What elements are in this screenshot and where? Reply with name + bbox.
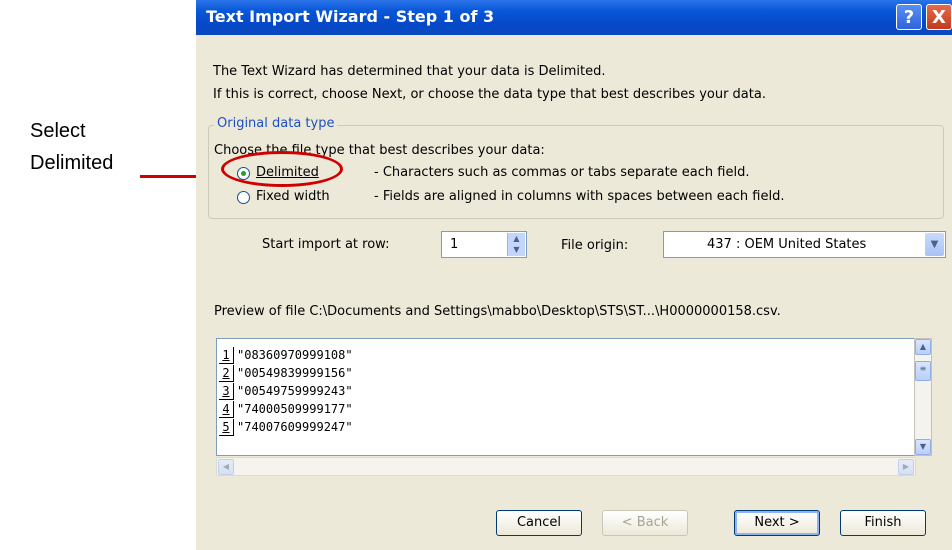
start-row-label: Start import at row: bbox=[262, 237, 390, 252]
intro-line-1: The Text Wizard has determined that your… bbox=[213, 64, 606, 79]
fixed-width-label[interactable]: Fixed width bbox=[256, 189, 330, 204]
spinner-buttons[interactable]: ▲ ▼ bbox=[507, 233, 525, 256]
help-icon[interactable]: ? bbox=[896, 4, 922, 30]
title-bar: Text Import Wizard - Step 1 of 3 ? X bbox=[196, 0, 952, 35]
scroll-left-icon[interactable]: ◀ bbox=[218, 459, 234, 475]
scroll-up-icon[interactable]: ▲ bbox=[915, 339, 931, 355]
scroll-right-icon[interactable]: ▶ bbox=[898, 459, 914, 475]
start-row-spinner[interactable]: 1 ▲ ▼ bbox=[441, 231, 527, 258]
vertical-scrollbar[interactable]: ▲ ≡ ▼ bbox=[914, 338, 932, 456]
fixed-width-description: - Fields are aligned in columns with spa… bbox=[374, 189, 785, 204]
group-label: Original data type bbox=[214, 116, 338, 131]
row-number: 3 bbox=[219, 383, 234, 400]
scroll-thumb[interactable]: ≡ bbox=[915, 361, 931, 381]
close-icon[interactable]: X bbox=[926, 4, 952, 30]
next-button[interactable]: Next > bbox=[734, 510, 820, 536]
scroll-down-icon[interactable]: ▼ bbox=[915, 439, 931, 455]
file-origin-label: File origin: bbox=[561, 238, 629, 253]
dialog-title: Text Import Wizard - Step 1 of 3 bbox=[206, 7, 495, 26]
row-data: "08360970999108" bbox=[237, 348, 353, 362]
file-preview[interactable]: 1 "08360970999108" 2 "00549839999156" 3 "00… bbox=[216, 338, 916, 456]
spin-down-icon[interactable]: ▼ bbox=[508, 244, 525, 255]
row-number: 5 bbox=[219, 419, 234, 436]
annotation-circle bbox=[221, 151, 343, 187]
spin-up-icon[interactable]: ▲ bbox=[508, 233, 525, 244]
chevron-down-icon[interactable]: ▼ bbox=[925, 233, 944, 256]
row-number: 1 bbox=[219, 347, 234, 364]
text-import-wizard-dialog: Text Import Wizard - Step 1 of 3 ? X The… bbox=[196, 0, 952, 550]
cancel-button[interactable]: Cancel bbox=[496, 510, 582, 536]
back-button[interactable]: < Back bbox=[602, 510, 688, 536]
file-origin-select[interactable]: 437 : OEM United States ▼ bbox=[663, 231, 946, 258]
row-number: 2 bbox=[219, 365, 234, 382]
row-number: 4 bbox=[219, 401, 234, 418]
delimited-description: - Characters such as commas or tabs sepa… bbox=[374, 165, 750, 180]
intro-line-2: If this is correct, choose Next, or choo… bbox=[213, 87, 766, 102]
finish-button[interactable]: Finish bbox=[840, 510, 926, 536]
start-row-value[interactable]: 1 bbox=[450, 237, 458, 252]
preview-label: Preview of file C:\Documents and Setting… bbox=[214, 304, 781, 319]
annotation-line-1: Select bbox=[30, 120, 86, 142]
row-data: "74000509999177" bbox=[237, 402, 353, 416]
horizontal-scrollbar[interactable]: ◀ ▶ bbox=[216, 457, 916, 476]
row-data: "00549759999243" bbox=[237, 384, 353, 398]
row-data: "74007609999247" bbox=[237, 420, 353, 434]
fixed-width-radio[interactable] bbox=[237, 191, 250, 204]
file-origin-value[interactable]: 437 : OEM United States bbox=[707, 237, 866, 252]
row-data: "00549839999156" bbox=[237, 366, 353, 380]
annotation-line-2: Delimited bbox=[30, 152, 114, 174]
